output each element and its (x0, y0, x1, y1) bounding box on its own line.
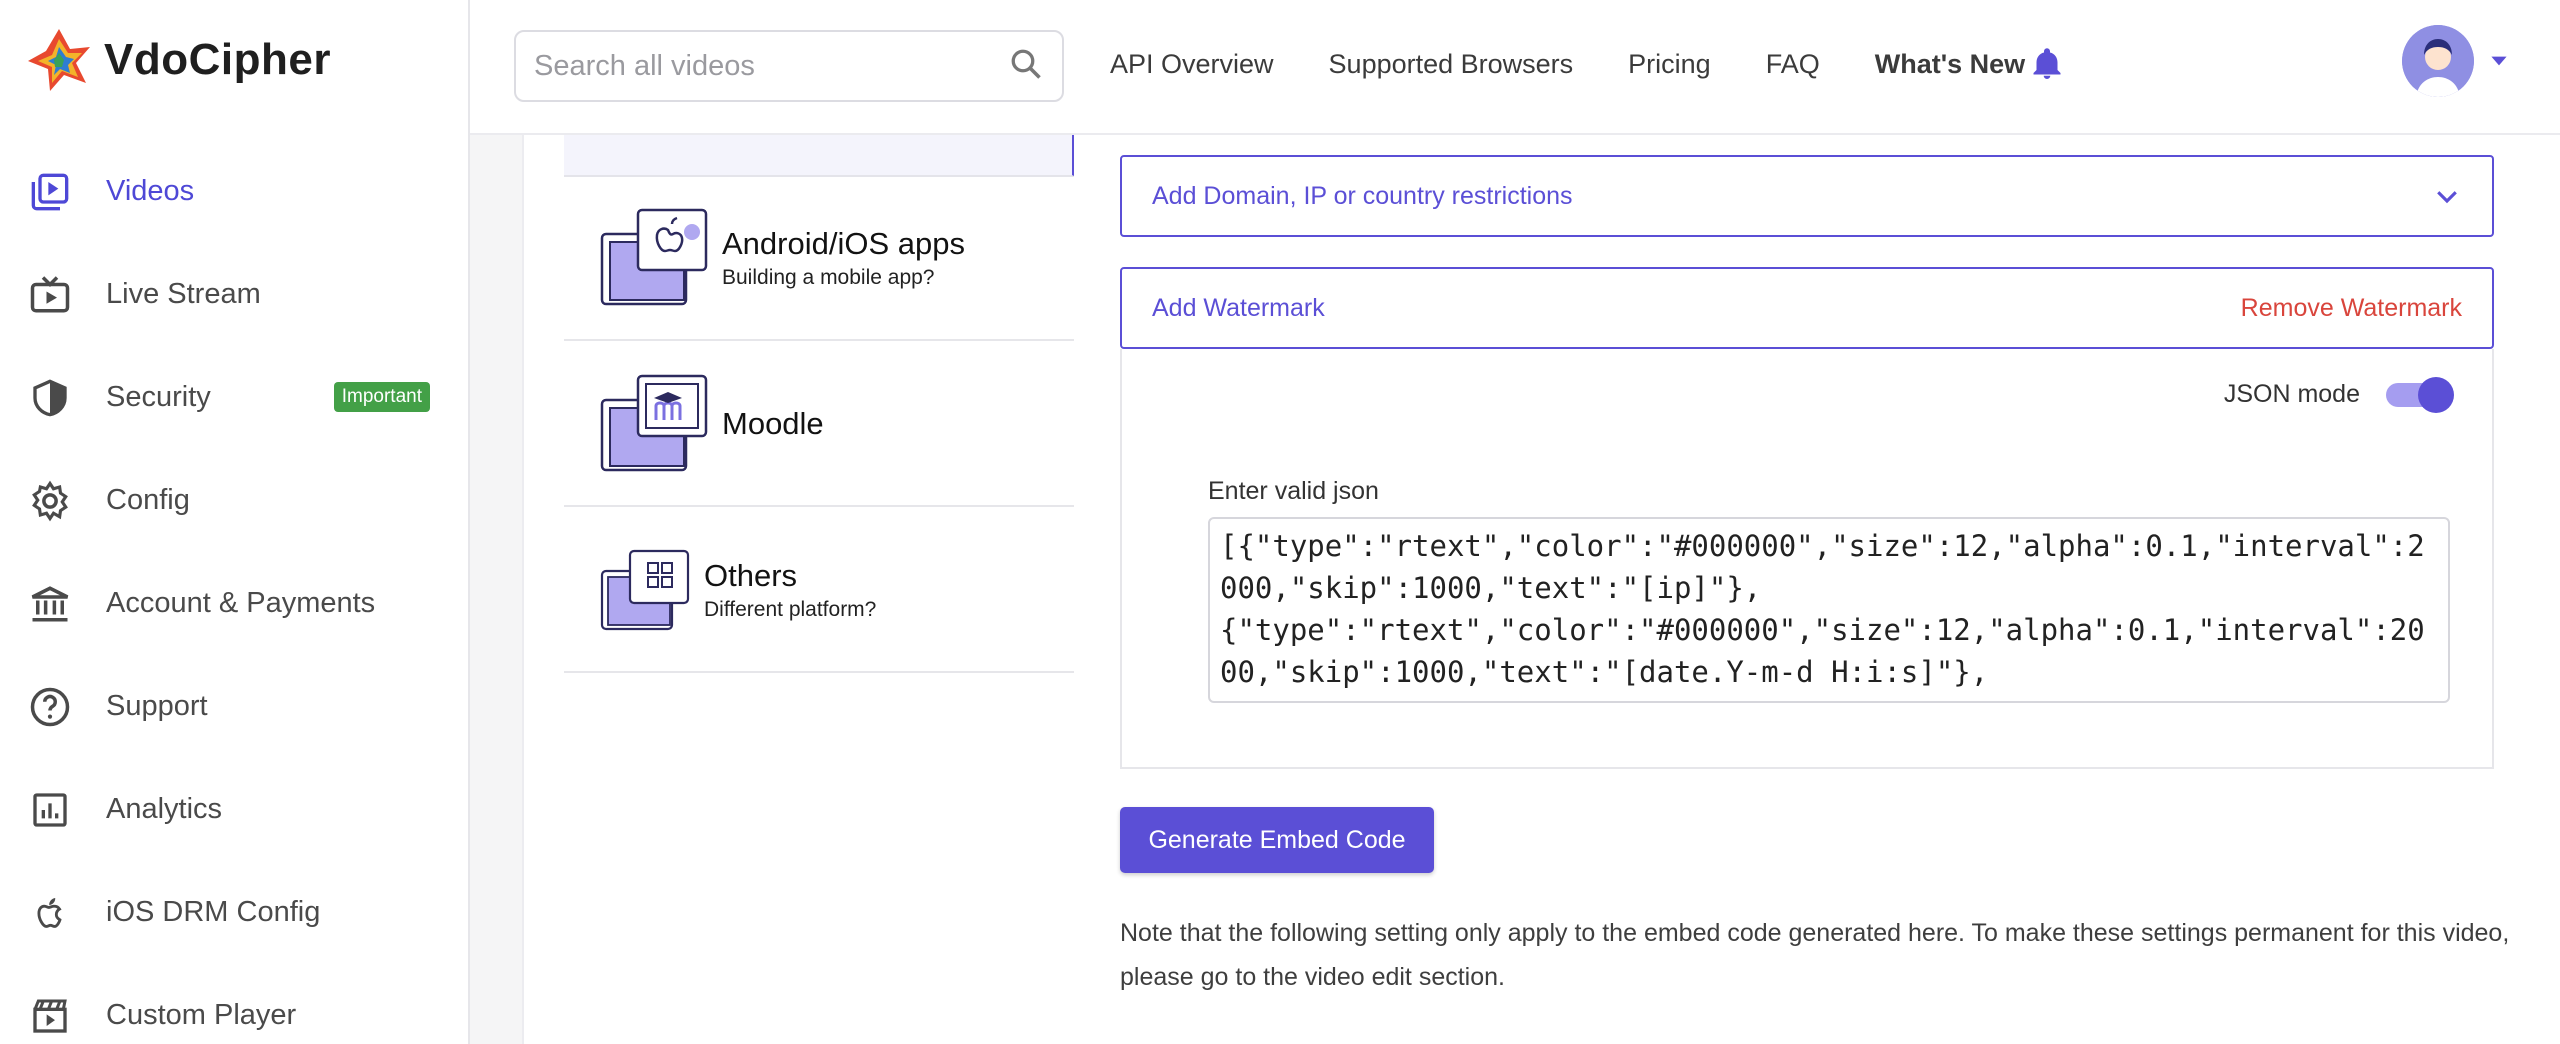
embed-note: Note that the following setting only app… (1120, 919, 2510, 991)
sidebar-nav: Videos Live Stream Security Important Co… (0, 140, 468, 1044)
sidebar-item-account-payments[interactable]: Account & Payments (0, 552, 468, 655)
chevron-down-icon (2437, 191, 2457, 204)
vdocipher-logo-icon (28, 29, 90, 91)
platform-list: Android/iOS apps Building a mobile app? … (522, 135, 1076, 1044)
sidebar-item-ios-drm-config[interactable]: iOS DRM Config (0, 861, 468, 964)
sidebar-item-label: Account & Payments (106, 587, 376, 619)
sidebar-item-label: Config (106, 484, 190, 516)
platform-item-android-ios[interactable]: Android/iOS apps Building a mobile app? (564, 177, 1076, 341)
avatar[interactable] (2402, 25, 2474, 97)
json-mode-label: JSON mode (2223, 379, 2360, 408)
mobile-app-icon (600, 208, 708, 306)
json-mode-row: JSON mode (2223, 377, 2454, 413)
whats-new-label: What's New (1874, 48, 2026, 79)
json-textarea[interactable]: [{"type":"rtext","color":"#000000","size… (1208, 517, 2450, 703)
watermark-body: JSON mode Enter valid json [{"type":"rte… (1120, 349, 2494, 769)
video-library-icon (28, 170, 72, 214)
platform-subtitle: Different platform? (704, 598, 877, 621)
platform-item-others[interactable]: Others Different platform? (564, 509, 1076, 673)
restrictions-accordion[interactable]: Add Domain, IP or country restrictions (1120, 155, 2494, 237)
search-input[interactable] (534, 49, 1008, 83)
json-field-label: Enter valid json (1208, 477, 1379, 505)
nav-link-api-overview[interactable]: API Overview (1110, 49, 1274, 80)
shield-icon (28, 376, 72, 420)
sidebar-item-label: iOS DRM Config (106, 896, 321, 928)
sidebar-item-label: Videos (106, 175, 195, 207)
sidebar-item-live-stream[interactable]: Live Stream (0, 243, 468, 346)
sidebar-item-videos[interactable]: Videos (0, 140, 468, 243)
nav-link-pricing[interactable]: Pricing (1628, 49, 1711, 80)
live-tv-icon (28, 273, 72, 317)
sidebar-item-analytics[interactable]: Analytics (0, 758, 468, 861)
sidebar-item-label: Live Stream (106, 278, 261, 310)
sidebar-item-config[interactable]: Config (0, 449, 468, 552)
brand-name: VdoCipher (104, 35, 331, 84)
top-header: API Overview Supported Browsers Pricing … (470, 0, 2560, 135)
apple-icon (28, 891, 72, 935)
gear-icon (28, 479, 72, 523)
add-watermark-label: Add Watermark (1152, 293, 1325, 322)
clapperboard-icon (28, 994, 72, 1038)
platform-title: Moodle (722, 406, 824, 441)
remove-watermark-button[interactable]: Remove Watermark (2241, 294, 2462, 323)
sidebar: VdoCipher Videos Live Stream Security Im… (0, 0, 470, 1044)
sidebar-item-custom-player[interactable]: Custom Player (0, 964, 468, 1044)
bank-icon (28, 582, 72, 626)
search-box (514, 30, 1064, 102)
sidebar-item-label: Security (106, 381, 211, 413)
top-nav: API Overview Supported Browsers Pricing … (1110, 46, 2120, 82)
search-icon[interactable] (1008, 46, 1044, 87)
nav-link-supported-browsers[interactable]: Supported Browsers (1329, 49, 1574, 80)
whats-new-link[interactable]: What's New (1875, 46, 2065, 82)
moodle-icon (600, 374, 708, 472)
platform-title: Android/iOS apps (722, 226, 965, 261)
platform-subtitle: Building a mobile app? (722, 266, 935, 289)
platform-tab-selected[interactable] (564, 135, 1076, 177)
user-menu[interactable] (2402, 25, 2512, 97)
embed-settings-panel: Add Domain, IP or country restrictions A… (1074, 135, 2560, 1044)
sidebar-item-support[interactable]: Support (0, 655, 468, 758)
sidebar-item-security[interactable]: Security Important (0, 346, 468, 449)
watermark-accordion[interactable]: Add Watermark Remove Watermark (1120, 267, 2494, 349)
sidebar-item-label: Support (106, 690, 208, 722)
generate-embed-code-button[interactable]: Generate Embed Code (1120, 807, 1434, 873)
help-circle-icon (28, 685, 72, 729)
json-mode-toggle[interactable] (2386, 377, 2454, 413)
chevron-down-icon[interactable] (2486, 48, 2512, 74)
platform-item-moodle[interactable]: Moodle (564, 343, 1076, 507)
nav-link-faq[interactable]: FAQ (1766, 49, 1820, 80)
restrictions-label: Add Domain, IP or country restrictions (1152, 181, 1573, 210)
analytics-icon (28, 788, 72, 832)
bell-icon (2033, 48, 2061, 79)
sidebar-item-label: Custom Player (106, 999, 297, 1031)
important-badge: Important (333, 382, 430, 412)
brand-logo[interactable]: VdoCipher (24, 24, 331, 96)
platform-title: Others (704, 558, 798, 593)
grid-icon (600, 549, 690, 631)
sidebar-item-label: Analytics (106, 793, 223, 825)
